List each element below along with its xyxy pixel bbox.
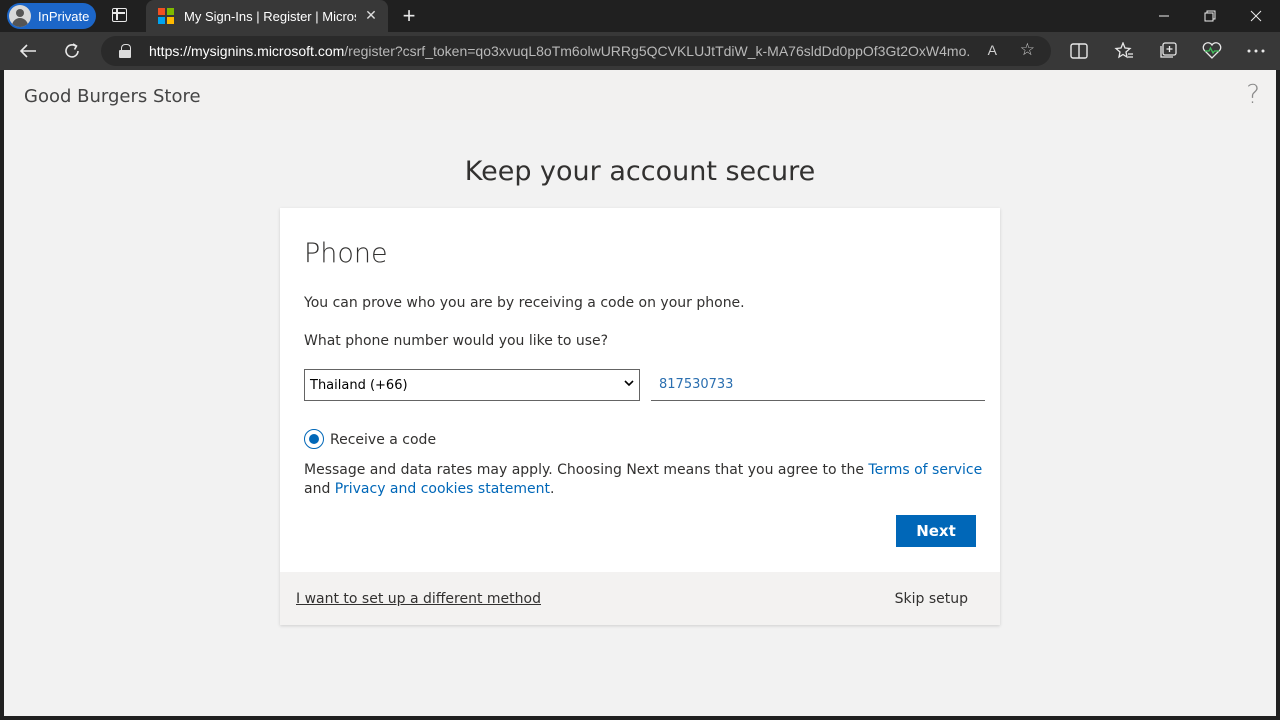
tab-actions-icon[interactable] (110, 6, 130, 26)
phone-question: What phone number would you like to use? (304, 333, 609, 349)
browser-essentials-icon[interactable] (1201, 41, 1223, 61)
chevron-down-icon (624, 380, 634, 387)
inprivate-badge[interactable]: InPrivate (7, 3, 96, 29)
profile-avatar-icon (9, 5, 31, 27)
minimize-icon[interactable] (1141, 0, 1187, 32)
disclaimer-text: Message and data rates may apply. Choosi… (304, 462, 983, 497)
microsoft-logo-icon (158, 8, 174, 24)
privacy-statement-link[interactable]: Privacy and cookies statement (335, 481, 550, 497)
organization-name: Good Burgers Store (24, 86, 201, 107)
different-method-link[interactable]: I want to set up a different method (296, 591, 541, 607)
refresh-icon[interactable] (61, 41, 83, 61)
back-icon[interactable] (17, 41, 39, 61)
page-content: Good Burgers Store ? Keep your account s… (4, 70, 1276, 716)
phone-number-value: 817530733 (659, 377, 734, 392)
lock-icon[interactable] (119, 44, 133, 58)
address-bar[interactable]: https://mysignins.microsoft.com/register… (101, 36, 1051, 66)
read-aloud-icon[interactable]: A (988, 42, 997, 58)
card-title: Phone (304, 238, 388, 269)
favorite-star-icon[interactable]: ☆ (1020, 40, 1035, 60)
card-footer: I want to set up a different method Skip… (280, 572, 1000, 625)
window-close-icon[interactable] (1233, 0, 1279, 32)
phone-number-input[interactable]: 817530733 (651, 369, 985, 401)
inprivate-label: InPrivate (38, 8, 90, 24)
split-screen-icon[interactable] (1068, 41, 1090, 61)
skip-setup-link[interactable]: Skip setup (895, 591, 968, 607)
intro-text: You can prove who you are by receiving a… (304, 295, 745, 311)
url-text[interactable]: https://mysignins.microsoft.com/register… (149, 43, 969, 59)
settings-more-icon[interactable] (1245, 41, 1267, 61)
tab-title: My Sign-Ins | Register | Microsoft (184, 8, 356, 24)
browser-tab-active[interactable]: My Sign-Ins | Register | Microsoft ✕ (146, 0, 388, 32)
country-code-value: Thailand (+66) (310, 377, 408, 393)
terms-of-service-link[interactable]: Terms of service (868, 462, 982, 478)
tab-close-icon[interactable]: ✕ (364, 8, 378, 22)
country-code-select[interactable]: Thailand (+66) (304, 369, 640, 401)
next-button[interactable]: Next (896, 515, 976, 547)
receive-code-label[interactable]: Receive a code (330, 432, 436, 448)
new-tab-icon[interactable]: + (398, 5, 420, 27)
restore-icon[interactable] (1187, 0, 1233, 32)
browser-toolbar: https://mysignins.microsoft.com/register… (0, 32, 1280, 70)
page-header: Good Burgers Store ? (4, 70, 1276, 120)
receive-code-radio[interactable] (304, 429, 324, 449)
browser-titlebar: InPrivate My Sign-Ins | Register | Micro… (0, 0, 1280, 32)
help-icon[interactable]: ? (1246, 80, 1260, 110)
page-title: Keep your account secure (464, 156, 816, 187)
collections-icon[interactable] (1157, 41, 1179, 61)
favorites-icon[interactable] (1113, 41, 1135, 61)
phone-setup-card: Phone You can prove who you are by recei… (280, 208, 1000, 625)
